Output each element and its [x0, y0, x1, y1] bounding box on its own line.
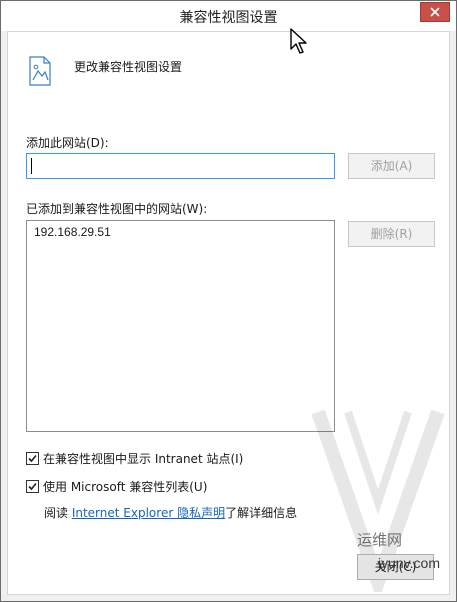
ms-list-checkbox[interactable]: [26, 480, 39, 493]
sites-listbox[interactable]: 192.168.29.51: [26, 220, 335, 432]
privacy-line: 阅读 Internet Explorer 隐私声明了解详细信息: [44, 504, 297, 521]
dialog-heading: 更改兼容性视图设置: [74, 60, 183, 74]
page-picture-icon: [29, 56, 51, 86]
ms-list-option[interactable]: 使用 Microsoft 兼容性列表(U): [26, 478, 207, 495]
privacy-statement-link[interactable]: Internet Explorer 隐私声明: [72, 506, 225, 520]
privacy-prefix: 阅读: [44, 506, 72, 520]
close-window-button[interactable]: [420, 2, 450, 22]
sites-list-label: 已添加到兼容性视图中的网站(W):: [26, 202, 208, 216]
title-bar[interactable]: 兼容性视图设置: [1, 1, 456, 31]
window-title: 兼容性视图设置: [179, 10, 278, 26]
add-button[interactable]: 添加(A): [348, 153, 435, 179]
list-item[interactable]: 192.168.29.51: [27, 221, 334, 239]
intranet-option[interactable]: 在兼容性视图中显示 Intranet 站点(I): [26, 450, 243, 467]
text-caret: [31, 158, 32, 174]
privacy-suffix: 了解详细信息: [225, 506, 298, 520]
watermark-url: iyunv.com: [378, 555, 440, 571]
add-site-label: 添加此网站(D):: [26, 136, 109, 150]
close-icon: [430, 7, 440, 17]
ms-list-label: 使用 Microsoft 兼容性列表(U): [43, 480, 208, 494]
watermark-brand: 运维网: [357, 531, 403, 549]
intranet-label: 在兼容性视图中显示 Intranet 站点(I): [43, 452, 244, 466]
dialog-body: 更改兼容性视图设置 添加此网站(D): 添加(A) 已添加到兼容性视图中的网站(…: [7, 31, 450, 595]
dialog-window: 兼容性视图设置 更改兼容性视图设置 添加此网站(D): 添加(A) 已添加到兼容…: [0, 0, 457, 602]
checkmark-icon: [28, 454, 37, 463]
intranet-checkbox[interactable]: [26, 452, 39, 465]
add-site-input[interactable]: [26, 153, 335, 179]
checkmark-icon: [28, 482, 37, 491]
mouse-cursor-icon: [290, 28, 307, 54]
remove-button[interactable]: 删除(R): [348, 221, 435, 247]
